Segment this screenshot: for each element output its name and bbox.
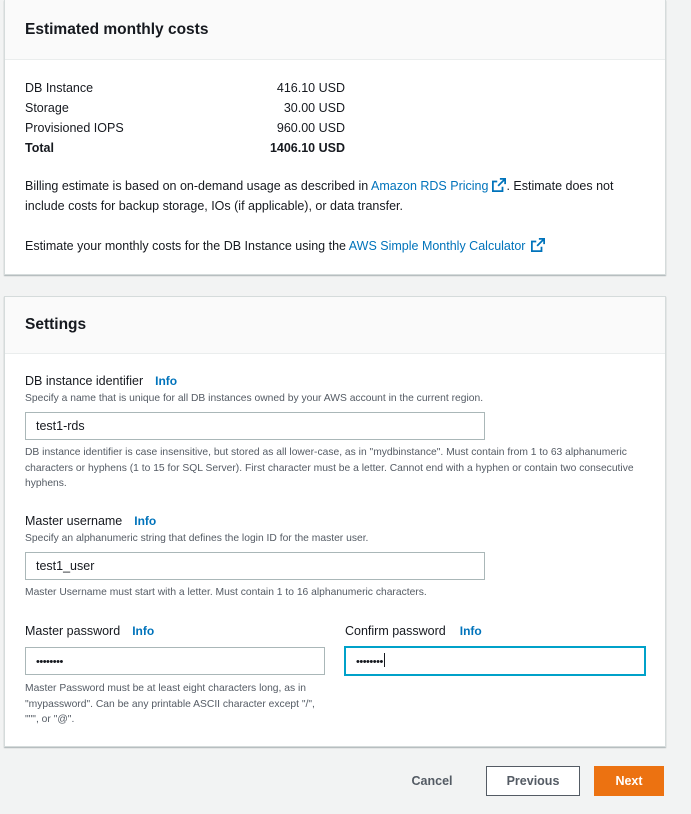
cancel-button[interactable]: Cancel <box>400 766 464 796</box>
previous-button[interactable]: Previous <box>486 766 580 796</box>
identifier-label: DB instance identifier <box>25 374 144 388</box>
text-cursor <box>383 653 385 667</box>
username-info-link[interactable]: Info <box>134 514 156 528</box>
confirm-password-label-row: Confirm password Info <box>345 624 482 638</box>
confirm-password-label: Confirm password <box>345 624 446 638</box>
username-label: Master username <box>25 514 123 528</box>
cost-value: 960.00 USD <box>276 121 345 135</box>
settings-title: Settings <box>25 316 87 333</box>
cost-label: DB Instance <box>25 81 94 95</box>
costs-panel-header: Estimated monthly costs <box>5 0 665 60</box>
cost-row: Storage 30.00 USD <box>25 98 345 118</box>
cost-total-row: Total 1406.10 USD <box>25 138 345 158</box>
rds-pricing-link[interactable]: Amazon RDS Pricing <box>371 179 488 193</box>
cost-value: 416.10 USD <box>276 81 345 95</box>
username-value: test1_user <box>36 559 95 573</box>
username-description: Specify an alphanumeric string that defi… <box>25 533 369 544</box>
billing-note: Billing estimate is based on on-demand u… <box>25 176 645 216</box>
master-username-input[interactable]: test1_user <box>25 552 485 580</box>
confirm-password-masked-value: •••••••• <box>356 656 383 668</box>
password-info-link[interactable]: Info <box>132 624 154 638</box>
total-label: Total <box>25 141 54 155</box>
cost-row: DB Instance 416.10 USD <box>25 78 345 98</box>
monthly-calculator-link[interactable]: AWS Simple Monthly Calculator <box>349 239 526 253</box>
password-hint: Master Password must be at least eight c… <box>25 683 315 725</box>
cost-value: 30.00 USD <box>283 101 345 115</box>
password-masked-value: •••••••• <box>36 656 63 668</box>
settings-panel-header: Settings <box>5 297 665 354</box>
confirm-password-info-link[interactable]: Info <box>460 624 482 638</box>
estimated-costs-panel: Estimated monthly costs DB Instance 416.… <box>4 0 666 275</box>
external-link-icon[interactable] <box>531 238 546 252</box>
identifier-info-link[interactable]: Info <box>155 374 177 388</box>
cost-label: Provisioned IOPS <box>25 121 124 135</box>
total-value: 1406.10 USD <box>269 141 345 155</box>
calculator-note-text: Estimate your monthly costs for the DB I… <box>25 239 349 253</box>
identifier-hint: DB instance identifier is case insensiti… <box>25 447 634 489</box>
next-button[interactable]: Next <box>594 766 664 796</box>
costs-title: Estimated monthly costs <box>25 20 209 38</box>
confirm-password-input[interactable]: •••••••• <box>345 647 645 675</box>
settings-panel: Settings DB instance identifier Info Spec… <box>4 296 666 747</box>
identifier-description: Specify a name that is unique for all DB… <box>25 393 484 404</box>
cost-label: Storage <box>25 101 69 115</box>
password-label: Master password <box>25 624 121 638</box>
password-label-row: Master password Info <box>25 624 154 638</box>
username-label-row: Master username Info <box>25 514 156 528</box>
db-instance-identifier-input[interactable]: test1-rds <box>25 412 485 440</box>
identifier-value: test1-rds <box>36 419 85 433</box>
billing-note-text: Billing estimate is based on on-demand u… <box>25 179 372 193</box>
cost-table: DB Instance 416.10 USD Storage 30.00 USD… <box>25 78 345 158</box>
identifier-label-row: DB instance identifier Info <box>25 374 177 388</box>
external-link-icon[interactable] <box>492 178 507 192</box>
username-hint: Master Username must start with a letter… <box>25 587 427 598</box>
calculator-note: Estimate your monthly costs for the DB I… <box>25 236 645 256</box>
cost-row: Provisioned IOPS 960.00 USD <box>25 118 345 138</box>
master-password-input[interactable]: •••••••• <box>25 647 325 675</box>
